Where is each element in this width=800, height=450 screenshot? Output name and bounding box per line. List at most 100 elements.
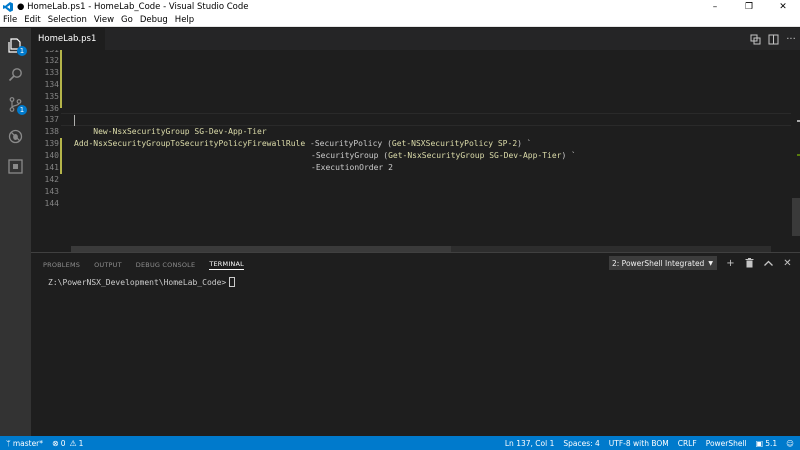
close-button[interactable]: ✕ bbox=[766, 0, 800, 14]
warning-count: 1 bbox=[78, 438, 84, 448]
line-number: 135 bbox=[44, 92, 59, 101]
line-number: 143 bbox=[44, 187, 59, 196]
line-number: 138 bbox=[44, 127, 59, 136]
code-token: Get-NsxSecurityGroup SG-Dev-App-Tier bbox=[388, 151, 562, 160]
explorer-badge: 1 bbox=[17, 46, 27, 56]
panel-actions: + ✕ bbox=[721, 255, 797, 271]
tab-homelab-ps1[interactable]: HomeLab.ps1 bbox=[31, 28, 105, 50]
encoding[interactable]: UTF-8 with BOM bbox=[609, 439, 669, 448]
new-terminal-button[interactable]: + bbox=[721, 255, 740, 271]
ellipsis-icon: ··· bbox=[786, 33, 796, 45]
activity-extensions[interactable] bbox=[0, 151, 31, 181]
trash-icon bbox=[745, 258, 754, 268]
line-number: 140 bbox=[44, 151, 59, 160]
panel-tabs: PROBLEMS OUTPUT DEBUG CONSOLE TERMINAL bbox=[43, 257, 258, 273]
menu-debug[interactable]: Debug bbox=[140, 15, 168, 25]
editor-tab-bar: HomeLab.ps1 ··· bbox=[31, 28, 800, 50]
line-number: 139 bbox=[44, 139, 59, 148]
problems-indicator[interactable]: ⊗ 0 ⚠ 1 bbox=[52, 439, 83, 448]
terminal-selector-value: 2: PowerShell Integrated bbox=[612, 258, 705, 268]
tab-output[interactable]: OUTPUT bbox=[94, 261, 122, 269]
menu-selection[interactable]: Selection bbox=[48, 15, 87, 25]
line-number: 132 bbox=[44, 56, 59, 65]
line-number: 144 bbox=[44, 199, 59, 208]
modified-lines-indicator bbox=[60, 50, 62, 108]
menu-help[interactable]: Help bbox=[175, 15, 194, 25]
git-branch-label: master* bbox=[12, 438, 44, 448]
menu-go[interactable]: Go bbox=[121, 15, 133, 25]
tab-debug-console[interactable]: DEBUG CONSOLE bbox=[136, 261, 196, 269]
chevron-down-icon: ▼ bbox=[708, 259, 713, 267]
terminal-output[interactable]: Z:\PowerNSX_Development\HomeLab_Code> bbox=[48, 277, 236, 287]
more-actions-button[interactable]: ··· bbox=[782, 28, 800, 50]
search-icon bbox=[8, 67, 22, 81]
menu-file[interactable]: File bbox=[3, 15, 17, 25]
open-changes-icon bbox=[750, 34, 760, 44]
modified-lines-indicator bbox=[60, 138, 62, 174]
line-number: 142 bbox=[44, 175, 59, 184]
code-line-140: -SecurityGroup (Get-NsxSecurityGroup SG-… bbox=[311, 150, 576, 162]
maximize-panel-button[interactable] bbox=[759, 255, 778, 271]
close-icon: ✕ bbox=[783, 257, 792, 269]
smiley-icon: ☺ bbox=[786, 438, 794, 448]
maximize-button[interactable]: ❐ bbox=[732, 0, 766, 14]
extensions-icon bbox=[8, 158, 23, 174]
menu-bar: File Edit Selection View Go Debug Help bbox=[0, 14, 800, 27]
code-token: -ExecutionOrder 2 bbox=[311, 163, 393, 172]
line-number: 133 bbox=[44, 68, 59, 77]
cursor-position[interactable]: Ln 137, Col 1 bbox=[505, 439, 554, 448]
menu-view[interactable]: View bbox=[94, 15, 114, 25]
tab-problems[interactable]: PROBLEMS bbox=[43, 261, 80, 269]
minimize-button[interactable]: – bbox=[698, 0, 732, 14]
chevron-up-icon bbox=[764, 260, 773, 266]
code-token: -SecurityGroup bbox=[311, 151, 384, 160]
split-editor-icon bbox=[768, 34, 778, 44]
kill-terminal-button[interactable] bbox=[740, 255, 759, 271]
activity-explorer[interactable]: 1 bbox=[0, 30, 31, 60]
scm-badge: 1 bbox=[17, 105, 27, 115]
indentation[interactable]: Spaces: 4 bbox=[563, 439, 599, 448]
line-number: 141 bbox=[44, 163, 59, 172]
tab-terminal[interactable]: TERMINAL bbox=[209, 260, 244, 270]
code-token: ` bbox=[521, 139, 532, 148]
debug-icon bbox=[8, 129, 23, 143]
line-number: 134 bbox=[44, 80, 59, 89]
code-editor[interactable]: 131 132 133 134 135 136 137 138 139 140 … bbox=[31, 50, 800, 252]
line-ending[interactable]: CRLF bbox=[678, 439, 697, 448]
powershell-version-label: 5.1 bbox=[765, 438, 778, 448]
vertical-scrollbar[interactable] bbox=[792, 198, 800, 236]
title-bar: ● HomeLab.ps1 - HomeLab_Code - Visual St… bbox=[0, 0, 800, 14]
editor-actions: ··· bbox=[746, 28, 800, 50]
window-title: ● HomeLab.ps1 - HomeLab_Code - Visual St… bbox=[17, 2, 249, 12]
terminal-cursor bbox=[229, 277, 236, 287]
menu-edit[interactable]: Edit bbox=[24, 15, 40, 25]
vscode-logo-icon bbox=[3, 2, 13, 12]
error-count: 0 bbox=[60, 438, 66, 448]
activity-source-control[interactable]: 1 bbox=[0, 89, 31, 119]
code-token: Get-NSXSecurityPolicy SP-2 bbox=[391, 139, 518, 148]
close-panel-button[interactable]: ✕ bbox=[778, 255, 797, 271]
activity-debug[interactable] bbox=[0, 121, 31, 151]
terminal-prompt: Z:\PowerNSX_Development\HomeLab_Code> bbox=[48, 277, 227, 287]
code-token: ` bbox=[566, 151, 576, 160]
error-icon: ⊗ bbox=[52, 438, 59, 448]
language-mode[interactable]: PowerShell bbox=[706, 439, 747, 448]
text-cursor bbox=[74, 115, 75, 126]
code-token: ew-NsxSecurityGroup SG-Dev-App-Tier bbox=[98, 127, 267, 136]
code-token: -SecurityPolicy bbox=[305, 139, 388, 148]
code-line-141: -ExecutionOrder 2 bbox=[311, 162, 393, 174]
split-editor-button[interactable] bbox=[764, 28, 782, 50]
git-branch-icon: ᛘ bbox=[6, 438, 11, 448]
activity-search[interactable] bbox=[0, 59, 31, 89]
tab-label: HomeLab.ps1 bbox=[38, 34, 97, 44]
terminal-selector[interactable]: 2: PowerShell Integrated ▼ bbox=[609, 256, 717, 270]
activity-bar: 1 1 bbox=[0, 28, 31, 436]
powershell-version[interactable]: ▣ 5.1 bbox=[756, 439, 778, 448]
git-branch[interactable]: ᛘ master* bbox=[6, 439, 43, 448]
code-line-139: Add-NsxSecurityGroupToSecurityPolicyFire… bbox=[74, 138, 532, 150]
feedback-button[interactable]: ☺ bbox=[786, 439, 794, 448]
line-number: 137 bbox=[44, 115, 59, 124]
line-number-gutter: 131 132 133 134 135 136 137 138 139 140 … bbox=[31, 50, 61, 252]
warning-icon: ⚠ bbox=[69, 438, 77, 448]
open-changes-button[interactable] bbox=[746, 28, 764, 50]
